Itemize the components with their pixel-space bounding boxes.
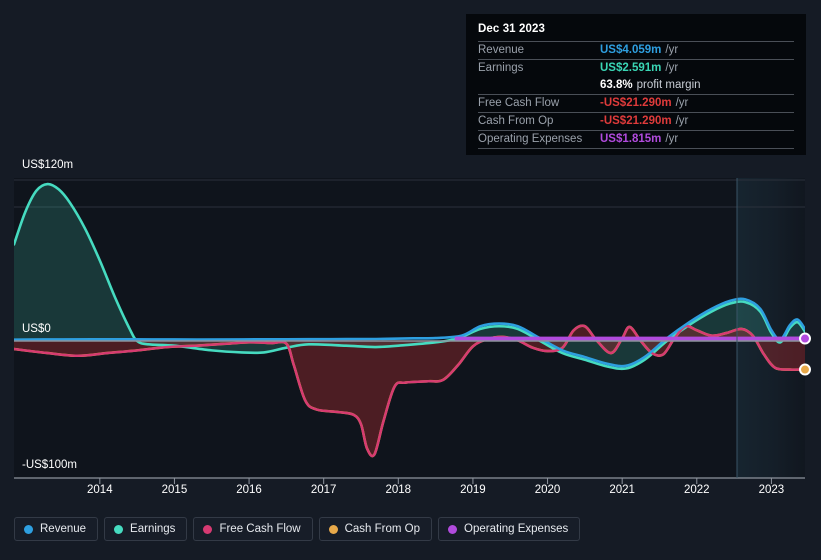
tooltip-label-cash-from-op: Cash From Op bbox=[478, 115, 554, 127]
tooltip-bottom-rule bbox=[478, 148, 794, 149]
y-axis-label-bottom: -US$100m bbox=[22, 459, 77, 471]
legend-label: Revenue bbox=[40, 523, 87, 535]
tooltip-unit-cash-from-op: /yr bbox=[675, 115, 689, 127]
tooltip-row-operating-expenses: Operating Expenses US$1.815m /yr bbox=[478, 130, 794, 148]
legend-item-operating-expenses[interactable]: Operating Expenses bbox=[438, 517, 581, 541]
legend-item-cash-from-op[interactable]: Cash From Op bbox=[318, 517, 433, 541]
legend-item-earnings[interactable]: Earnings bbox=[104, 517, 188, 541]
x-tick-label-2023: 2023 bbox=[758, 484, 785, 496]
tooltip-note-profit-margin: profit margin bbox=[636, 79, 701, 91]
tooltip-row-earnings: Earnings US$2.591m /yr bbox=[478, 59, 794, 77]
x-tick-label-2014: 2014 bbox=[87, 484, 113, 496]
tooltip-row-revenue: Revenue US$4.059m /yr bbox=[478, 41, 794, 59]
x-tick-label-2016: 2016 bbox=[236, 484, 262, 496]
tooltip-unit-earnings: /yr bbox=[665, 62, 679, 74]
x-tick-label-2022: 2022 bbox=[684, 484, 710, 496]
legend-label: Cash From Op bbox=[344, 523, 421, 535]
data-tooltip-card: Dec 31 2023 Revenue US$4.059m /yr Earnin… bbox=[466, 14, 806, 155]
legend-label: Free Cash Flow bbox=[219, 523, 301, 535]
tooltip-unit-revenue: /yr bbox=[665, 44, 679, 56]
tooltip-value-operating-expenses: US$1.815m bbox=[600, 133, 662, 145]
x-tick-label-2019: 2019 bbox=[460, 484, 486, 496]
tooltip-row-cash-from-op: Cash From Op -US$21.290m /yr bbox=[478, 112, 794, 130]
tooltip-row-profit-margin: 63.8% profit margin bbox=[478, 77, 794, 94]
tooltip-label-revenue: Revenue bbox=[478, 44, 525, 56]
tooltip-label-free-cash-flow: Free Cash Flow bbox=[478, 97, 560, 109]
chart-legend: Revenue Earnings Free Cash Flow Cash From O… bbox=[14, 517, 581, 541]
x-axis-ticks bbox=[99, 478, 772, 484]
financial-performance-chart: US$120m US$0 -US$100m 2014 2015 2016 2017 20… bbox=[0, 0, 821, 560]
legend-label: Operating Expenses bbox=[464, 523, 569, 535]
tooltip-value-free-cash-flow: -US$21.290m bbox=[600, 97, 672, 109]
y-axis-label-top: US$120m bbox=[22, 159, 74, 171]
x-tick-label-2021: 2021 bbox=[609, 484, 635, 496]
x-tick-label-2015: 2015 bbox=[161, 484, 188, 496]
tooltip-value-earnings: US$2.591m bbox=[600, 62, 662, 74]
legend-dot-icon bbox=[203, 524, 213, 534]
legend-item-revenue[interactable]: Revenue bbox=[14, 517, 99, 541]
tooltip-unit-operating-expenses: /yr bbox=[665, 133, 679, 145]
tooltip-value-cash-from-op: -US$21.290m bbox=[600, 115, 672, 127]
tooltip-value-revenue: US$4.059m bbox=[600, 44, 662, 56]
operating-expenses-endpoint[interactable] bbox=[799, 332, 811, 345]
legend-dot-icon bbox=[114, 524, 124, 534]
tooltip-value-profit-margin: 63.8% bbox=[600, 79, 633, 91]
tooltip-date: Dec 31 2023 bbox=[478, 23, 545, 35]
tooltip-unit-free-cash-flow: /yr bbox=[675, 97, 689, 109]
x-tick-label-2017: 2017 bbox=[310, 484, 337, 496]
x-tick-label-2020: 2020 bbox=[534, 484, 561, 496]
tooltip-row-free-cash-flow: Free Cash Flow -US$21.290m /yr bbox=[478, 94, 794, 112]
tooltip-label-operating-expenses: Operating Expenses bbox=[478, 133, 583, 145]
tooltip-label-earnings: Earnings bbox=[478, 62, 524, 74]
legend-item-free-cash-flow[interactable]: Free Cash Flow bbox=[193, 517, 313, 541]
legend-dot-icon bbox=[24, 524, 33, 534]
x-tick-label-2018: 2018 bbox=[385, 484, 412, 496]
legend-dot-icon bbox=[328, 524, 338, 534]
y-axis-label-zero: US$0 bbox=[22, 323, 51, 335]
cash-from-op-endpoint[interactable] bbox=[799, 363, 811, 376]
legend-label: Earnings bbox=[130, 523, 176, 535]
legend-dot-icon bbox=[448, 524, 458, 534]
